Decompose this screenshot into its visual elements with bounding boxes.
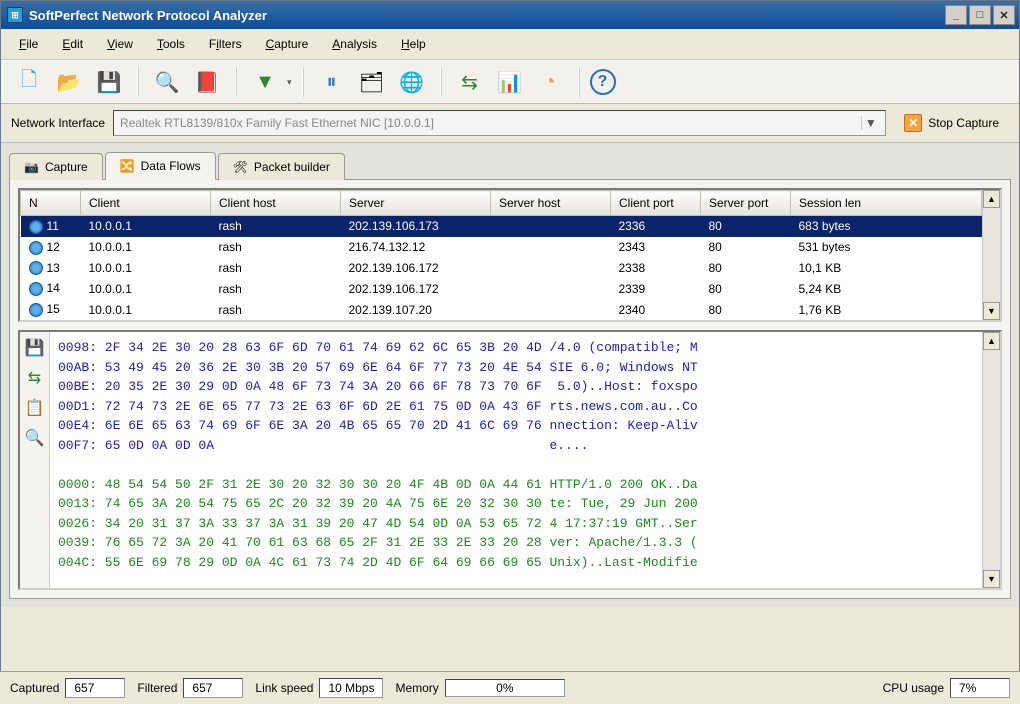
ie-icon <box>29 220 43 234</box>
interface-value: Realtek RTL8139/810x Family Fast Etherne… <box>120 116 434 130</box>
menu-analysis[interactable]: Analysis <box>322 33 387 55</box>
col-cport[interactable]: Client port <box>611 191 701 216</box>
cpu-label: CPU usage <box>883 681 944 695</box>
close-button[interactable]: ✕ <box>993 5 1015 25</box>
book-button[interactable]: 📕 <box>189 65 225 99</box>
col-chost[interactable]: Client host <box>211 191 341 216</box>
hex-content: 0098: 2F 34 2E 30 20 28 63 6F 6D 70 61 7… <box>50 332 982 588</box>
pie-button[interactable]: ◔ <box>532 65 568 99</box>
filtered-value: 657 <box>183 678 243 698</box>
mem-label: Memory <box>395 681 438 695</box>
stop-icon: ✕ <box>904 114 922 132</box>
stop-capture-label: Stop Capture <box>928 116 999 130</box>
hex-copy-icon[interactable]: 📋 <box>25 398 45 418</box>
stop-capture-button[interactable]: ✕ Stop Capture <box>894 110 1009 136</box>
chart-button[interactable]: 📊 <box>492 65 528 99</box>
col-slen[interactable]: Session len <box>791 191 982 216</box>
table-scrollbar[interactable]: ▲ ▼ <box>982 190 1000 320</box>
menu-help[interactable]: Help <box>391 33 436 55</box>
scroll-up-icon[interactable]: ▲ <box>983 332 1000 350</box>
new-button[interactable]: 🗋 <box>11 65 47 99</box>
tab-data-flows[interactable]: 🔀 Data Flows <box>105 152 216 180</box>
filter-dropdown-icon[interactable]: ▾ <box>287 77 292 88</box>
hex-toolbar: 💾 ⇆ 📋 🔍 <box>20 332 50 588</box>
tab-capture[interactable]: 📷 Capture <box>9 153 103 180</box>
link-value: 10 Mbps <box>319 678 383 698</box>
menubar: File Edit View Tools Filters Capture Ana… <box>1 29 1019 60</box>
scroll-up-icon[interactable]: ▲ <box>983 190 1000 208</box>
col-shost[interactable]: Server host <box>491 191 611 216</box>
menu-tools[interactable]: Tools <box>147 33 195 55</box>
interface-row: Network Interface Realtek RTL8139/810x F… <box>1 104 1019 143</box>
table-row[interactable]: 1410.0.0.1rash202.139.106.1722339805,24 … <box>21 278 982 299</box>
hex-save-icon[interactable]: 💾 <box>25 338 45 358</box>
mem-bar: 0% <box>445 679 565 697</box>
hex-swap-icon[interactable]: ⇆ <box>28 368 41 388</box>
pause-button[interactable]: ⏸ <box>314 65 350 99</box>
captured-value: 657 <box>65 678 125 698</box>
tab-packet-builder[interactable]: 🛠 Packet builder <box>218 153 345 180</box>
globe-button[interactable]: 🌐 <box>394 65 430 99</box>
filtered-label: Filtered <box>137 681 177 695</box>
window-title: SoftPerfect Network Protocol Analyzer <box>29 8 945 23</box>
scroll-down-icon[interactable]: ▼ <box>983 570 1000 588</box>
filter-button[interactable]: ▼ <box>247 65 283 99</box>
minimize-button[interactable]: _ <box>945 5 967 25</box>
titlebar: ⊞ SoftPerfect Network Protocol Analyzer … <box>1 1 1019 29</box>
menu-file[interactable]: File <box>9 33 48 55</box>
tabs: 📷 Capture 🔀 Data Flows 🛠 Packet builder <box>9 151 1011 180</box>
ie-icon <box>29 303 43 317</box>
camera-icon: 📷 <box>24 160 39 174</box>
hex-find-icon[interactable]: 🔍 <box>25 428 45 448</box>
col-client[interactable]: Client <box>81 191 211 216</box>
toolbar: 🗋 📂 💾 🔍 📕 ▼ ▾ ⏸ 🗂 🌐 ⇆ 📊 ◔ ? <box>1 60 1019 104</box>
col-server[interactable]: Server <box>341 191 491 216</box>
table-row[interactable]: 1110.0.0.1rash202.139.106.173233680683 b… <box>21 216 982 237</box>
col-n[interactable]: N <box>21 191 81 216</box>
hex-viewer: 💾 ⇆ 📋 🔍 0098: 2F 34 2E 30 20 28 63 6F 6D… <box>18 330 1002 590</box>
help-button[interactable]: ? <box>590 69 616 95</box>
menu-edit[interactable]: Edit <box>52 33 93 55</box>
flows-icon: 🔀 <box>120 159 135 173</box>
ie-icon <box>29 241 43 255</box>
table-row[interactable]: 1310.0.0.1rash202.139.106.17223388010,1 … <box>21 258 982 279</box>
menu-capture[interactable]: Capture <box>256 33 319 55</box>
scroll-down-icon[interactable]: ▼ <box>983 302 1000 320</box>
cpu-value: 7% <box>950 678 1010 698</box>
interface-label: Network Interface <box>11 116 105 130</box>
app-icon: ⊞ <box>7 7 23 23</box>
save-button[interactable]: 💾 <box>91 65 127 99</box>
ie-icon <box>29 261 43 275</box>
table-row[interactable]: 1210.0.0.1rash216.74.132.12234380531 byt… <box>21 237 982 258</box>
builder-icon: 🛠 <box>233 160 248 174</box>
open-button[interactable]: 📂 <box>51 65 87 99</box>
table-row[interactable]: 1510.0.0.1rash202.139.107.202340801,76 K… <box>21 299 982 320</box>
hex-scrollbar[interactable]: ▲ ▼ <box>982 332 1000 588</box>
captured-label: Captured <box>10 681 59 695</box>
ie-icon <box>29 282 43 296</box>
statusbar: Captured 657 Filtered 657 Link speed 10 … <box>0 671 1020 704</box>
link-label: Link speed <box>255 681 313 695</box>
menu-view[interactable]: View <box>97 33 143 55</box>
swap-button[interactable]: ⇆ <box>452 65 488 99</box>
folder2-button[interactable]: 🗂 <box>354 65 390 99</box>
find-button[interactable]: 🔍 <box>149 65 185 99</box>
interface-select[interactable]: Realtek RTL8139/810x Family Fast Etherne… <box>113 110 886 136</box>
flows-table: N Client Client host Server Server host … <box>18 188 1002 322</box>
chevron-down-icon: ▼ <box>861 116 879 130</box>
maximize-button[interactable]: □ <box>969 5 991 25</box>
col-sport[interactable]: Server port <box>701 191 791 216</box>
menu-filters[interactable]: Filters <box>199 33 252 55</box>
